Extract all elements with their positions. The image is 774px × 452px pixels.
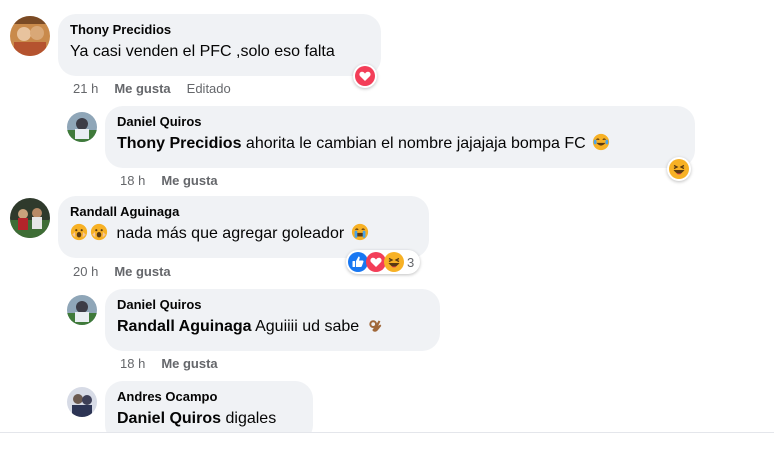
mention-link[interactable]: Randall Aguinaga — [117, 318, 252, 335]
comment-author[interactable]: Randall Aguinaga — [70, 204, 417, 220]
comment-meta: 21 h Me gusta Editado — [73, 81, 247, 97]
comment-author[interactable]: Daniel Quiros — [117, 114, 683, 130]
reaction-summary[interactable] — [353, 64, 377, 88]
comment-text: nada más que agregar goleador — [116, 225, 345, 242]
comment-meta: 18 h Me gusta — [120, 356, 234, 372]
comment-author[interactable]: Daniel Quiros — [117, 297, 428, 313]
face-with-open-mouth-emoji-icon — [70, 223, 88, 241]
comment-text-line: Thony Precidios ahorita le cambian el no… — [117, 133, 683, 155]
laughing-reaction-icon — [669, 159, 689, 179]
avatar-thony-precidios[interactable] — [10, 16, 50, 56]
comment-bubble: Thony Precidios Ya casi venden el PFC ,s… — [58, 14, 381, 76]
comment-timestamp[interactable]: 18 h — [120, 356, 145, 371]
like-button[interactable]: Me gusta — [161, 356, 217, 371]
comment-text: Ya casi venden el PFC ,solo eso falta — [70, 43, 335, 60]
reaction-summary[interactable]: 3 — [346, 250, 421, 274]
avatar-daniel-quiros[interactable] — [67, 295, 97, 325]
avatar-daniel-quiros[interactable] — [67, 112, 97, 142]
edited-label: Editado — [186, 81, 231, 96]
comment-text-line: Daniel Quiros digales — [117, 408, 301, 430]
face-with-open-mouth-emoji-icon — [90, 223, 108, 241]
comment-author[interactable]: Thony Precidios — [70, 22, 369, 38]
laughing-reaction-icon — [384, 252, 404, 272]
comment-timestamp[interactable]: 18 h — [120, 173, 145, 188]
like-button[interactable]: Me gusta — [114, 264, 170, 279]
reaction-count: 3 — [407, 254, 415, 270]
like-button[interactable]: Me gusta — [161, 173, 217, 188]
avatar-randall-aguinaga[interactable] — [10, 198, 50, 238]
comment-timestamp[interactable]: 21 h — [73, 81, 98, 96]
heart-reaction-icon — [366, 252, 386, 272]
comment-timestamp[interactable]: 20 h — [73, 264, 98, 279]
mention-link[interactable]: Daniel Quiros — [117, 410, 221, 427]
comment-text-line: Randall Aguinaga Aguiiii ud sabe — [117, 316, 428, 338]
heart-reaction-icon — [355, 66, 375, 86]
avatar-andres-ocampo[interactable] — [67, 387, 97, 417]
page-footer-strip — [0, 433, 774, 452]
reaction-summary[interactable] — [667, 157, 691, 181]
comment-bubble: Daniel Quiros Randall Aguinaga Aguiiii u… — [105, 289, 440, 351]
tears-of-joy-emoji-icon — [592, 133, 610, 151]
comment-text: digales — [225, 410, 277, 427]
crying-face-emoji-icon — [351, 223, 369, 241]
comment-bubble: Daniel Quiros Thony Precidios ahorita le… — [105, 106, 695, 168]
comment-text-line: nada más que agregar goleador — [70, 223, 417, 245]
comment-text: ahorita le cambian el nombre jajajaja bo… — [245, 135, 586, 152]
comment-bubble: Randall Aguinaga nada más que agregar go… — [58, 196, 429, 258]
comment-text: Aguiiii ud sabe — [255, 318, 360, 335]
comment-meta: 20 h Me gusta — [73, 264, 187, 280]
like-button[interactable]: Me gusta — [114, 81, 170, 96]
ok-hand-emoji-icon — [366, 316, 384, 334]
comment-meta: 18 h Me gusta — [120, 173, 234, 189]
thumbs-up-reaction-icon — [348, 252, 368, 272]
mention-link[interactable]: Thony Precidios — [117, 135, 241, 152]
comment-author[interactable]: Andres Ocampo — [117, 389, 301, 405]
